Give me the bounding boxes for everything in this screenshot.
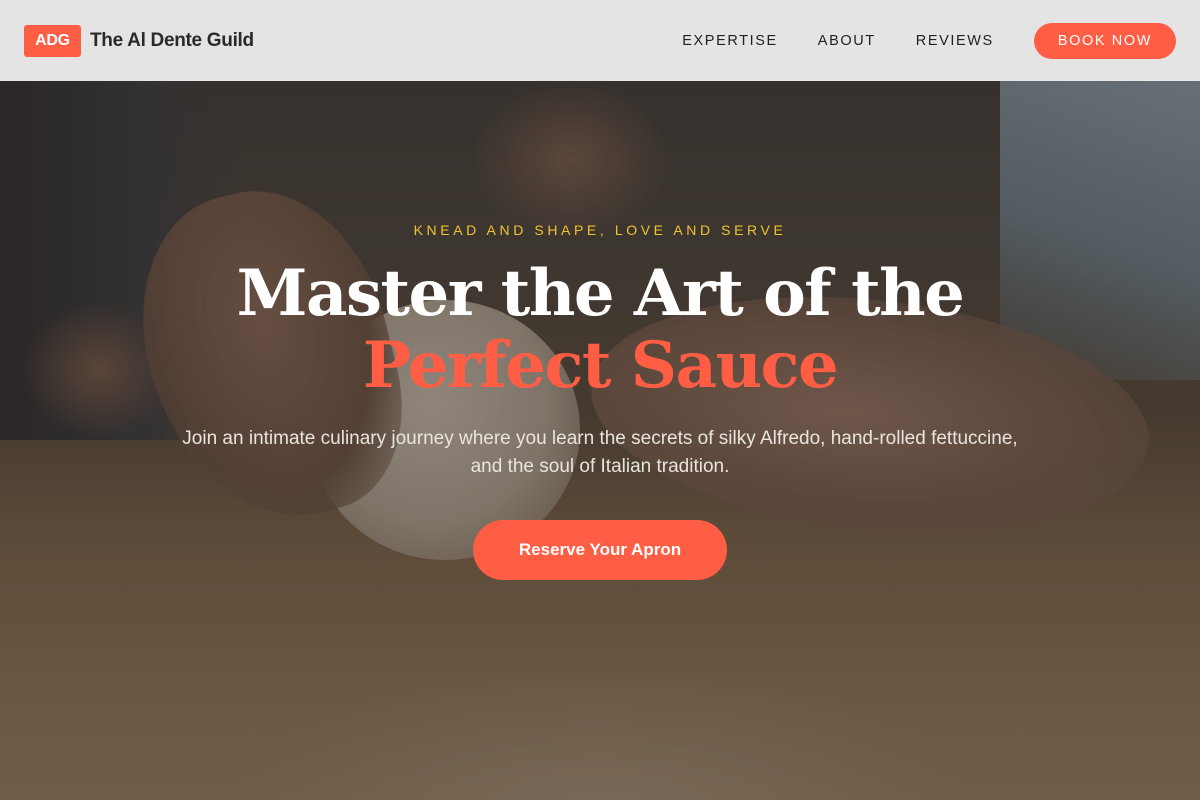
hero-headline-line1: Master the Art of the [236, 256, 965, 331]
hero-headline: Master the Art of the Perfect Sauce [0, 258, 1200, 402]
hero-subtitle: Join an intimate culinary journey where … [182, 428, 1018, 477]
hero-content: KNEAD AND SHAPE, LOVE AND SERVE Master t… [0, 0, 1200, 800]
hero-headline-accent: Perfect Sauce [362, 328, 839, 403]
reserve-apron-button[interactable]: Reserve Your Apron [473, 520, 727, 580]
hero-eyebrow: KNEAD AND SHAPE, LOVE AND SERVE [413, 222, 787, 238]
